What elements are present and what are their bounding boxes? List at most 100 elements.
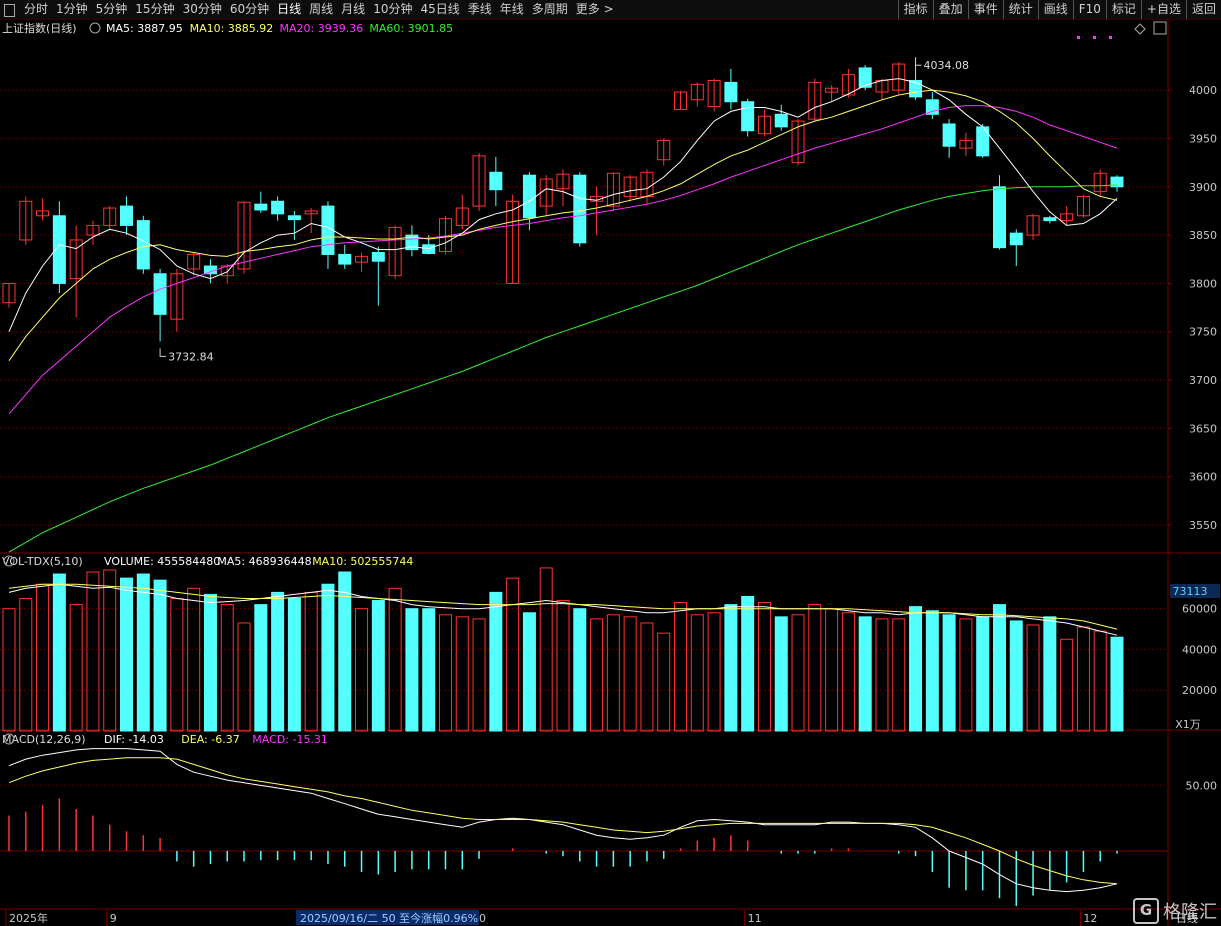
volume-bar	[36, 583, 50, 732]
volume-bar	[925, 610, 939, 732]
candle	[19, 196, 33, 245]
price-tick-label: 3950	[1189, 132, 1217, 145]
extreme-label: 4034.08	[924, 59, 970, 72]
window-box-icon[interactable]	[4, 4, 15, 17]
period-tab-13[interactable]: 多周期	[528, 0, 572, 19]
ma60-line	[8, 184, 1118, 553]
candle	[36, 198, 50, 221]
price-tick-label: 3650	[1189, 422, 1217, 435]
period-tab-10[interactable]: 45日线	[416, 0, 463, 19]
period-tab-7[interactable]: 周线	[305, 0, 337, 19]
candle	[254, 191, 268, 213]
volume-bar	[942, 614, 956, 732]
candle-body	[774, 113, 788, 128]
tool-button-6[interactable]: 标记	[1105, 0, 1141, 19]
candle-body	[287, 215, 301, 221]
macd-legend-item: DEA: -6.37	[181, 733, 239, 746]
logo-icon: G	[1133, 898, 1159, 924]
volume-bar	[825, 608, 839, 732]
tool-button-1[interactable]: 叠加	[932, 0, 968, 19]
volume-bar	[741, 595, 755, 732]
candle-body	[120, 205, 134, 226]
candle-body	[1043, 217, 1057, 222]
macd-legend-item: MACD: -15.31	[252, 733, 328, 746]
volume-bar	[674, 602, 688, 732]
period-tab-9[interactable]: 10分钟	[369, 0, 416, 19]
volume-bar	[422, 608, 436, 732]
extreme-marker	[159, 348, 167, 357]
period-tab-5[interactable]: 60分钟	[226, 0, 273, 19]
stock-chart[interactable]: 4000 3950 3900 3850 3800 3750 3700 3650 3600 3550…	[0, 19, 1221, 926]
signal-dot	[1109, 36, 1112, 39]
volume-bar	[271, 591, 285, 732]
candle	[959, 132, 973, 156]
candle	[808, 78, 822, 122]
tool-button-0[interactable]: 指标	[897, 0, 933, 19]
volume-bar	[321, 583, 335, 732]
tool-button-7[interactable]: +自选	[1140, 0, 1186, 19]
volume-bar	[489, 591, 503, 732]
volume-bar	[724, 604, 738, 732]
candle	[1110, 175, 1124, 192]
candle-body	[925, 99, 939, 115]
volume-bar	[707, 612, 721, 732]
candle-body	[741, 101, 755, 132]
candle	[321, 201, 335, 269]
tool-button-4[interactable]: 画线	[1037, 0, 1073, 19]
tool-button-2[interactable]: 事件	[967, 0, 1003, 19]
price-tick-label: 4000	[1189, 84, 1217, 97]
ma-legend-item: MA60: 3901.85	[369, 22, 453, 35]
period-tab-4[interactable]: 30分钟	[179, 0, 226, 19]
period-tab-11[interactable]: 季线	[464, 0, 496, 19]
candle	[1076, 194, 1090, 218]
candle	[674, 91, 688, 110]
signal-dot	[1077, 36, 1080, 39]
candle	[556, 169, 570, 207]
volume-bar	[103, 569, 117, 732]
candle	[573, 172, 587, 247]
volume-bar	[1009, 620, 1023, 732]
logo-text: 格隆汇	[1163, 902, 1217, 923]
period-tab-2[interactable]: 5分钟	[92, 0, 132, 19]
candle	[774, 104, 788, 131]
tool-button-3[interactable]: 统计	[1002, 0, 1038, 19]
candle	[304, 208, 318, 234]
period-tab-1[interactable]: 1分钟	[52, 0, 92, 19]
volume-bar	[539, 567, 553, 732]
more-periods-button[interactable]: 更多 >	[572, 0, 618, 19]
period-tab-0[interactable]: 分时	[20, 0, 52, 19]
volume-bar	[371, 600, 385, 732]
volume-bar	[287, 598, 301, 732]
candle	[690, 82, 704, 107]
candle-body	[992, 186, 1006, 249]
x-axis-label: 0	[479, 912, 486, 925]
volume-bar	[405, 608, 419, 732]
candle	[52, 201, 66, 294]
volume-bar	[170, 598, 184, 732]
period-toolbar: 分时 1分钟 5分钟 15分钟 30分钟 60分钟 日线 周线 月线 10分钟 45日线 季线 年线 多周…	[0, 0, 1221, 20]
volume-bar	[1043, 616, 1057, 732]
period-tab-8[interactable]: 月线	[337, 0, 369, 19]
volume-bar	[976, 616, 990, 732]
period-tab-3[interactable]: 15分钟	[131, 0, 178, 19]
price-tick-label: 3850	[1189, 229, 1217, 242]
tool-buttons: 指标 叠加 事件 统计 画线 F10 标记 +自选 返回	[897, 0, 1221, 19]
candle-body	[976, 126, 990, 157]
candle	[707, 78, 721, 112]
tool-button-8[interactable]: 返回	[1185, 0, 1221, 19]
candle	[976, 123, 990, 158]
period-tab-6[interactable]: 日线	[273, 0, 305, 19]
volume-bar	[472, 618, 486, 732]
chart-title: 上证指数(日线)	[2, 21, 77, 35]
tool-button-5[interactable]: F10	[1072, 0, 1106, 19]
volume-bar	[355, 608, 369, 732]
volume-bar	[573, 608, 587, 732]
candle	[69, 225, 83, 318]
volume-bar	[2, 608, 16, 732]
volume-bar	[455, 616, 469, 732]
volume-bar	[657, 632, 671, 732]
volume-bar	[220, 604, 234, 732]
candle-body	[254, 203, 268, 211]
volume-bar	[69, 604, 83, 732]
period-tab-12[interactable]: 年线	[496, 0, 528, 19]
